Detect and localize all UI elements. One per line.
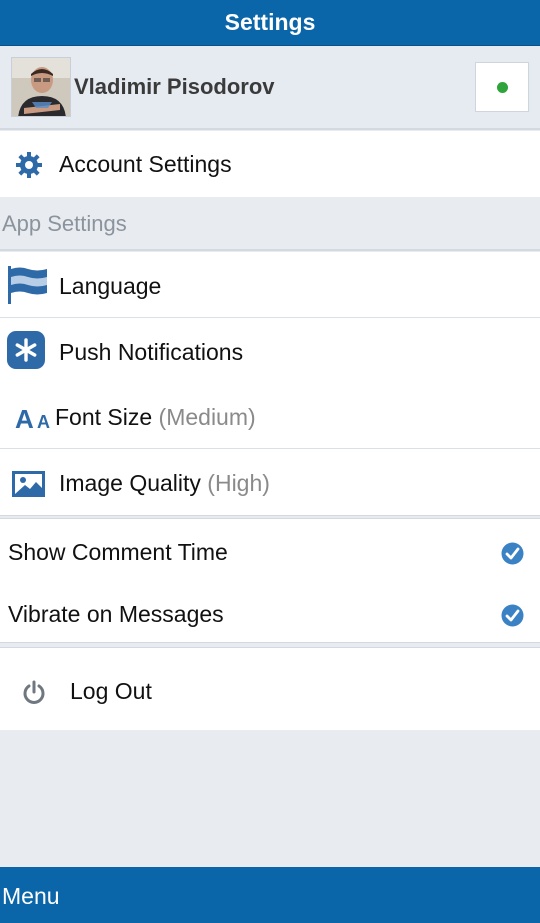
language-item[interactable]: Language — [0, 252, 540, 317]
power-icon — [21, 680, 47, 711]
image-icon — [12, 471, 45, 502]
image-quality-value: (High) — [207, 470, 270, 496]
language-label: Language — [59, 273, 162, 299]
font-size-title: Font Size — [55, 404, 153, 430]
section-header-label: App Settings — [2, 211, 127, 236]
top-bar: Settings — [0, 0, 540, 46]
vibrate-on-messages-label: Vibrate on Messages — [8, 601, 224, 627]
font-size-icon: A A — [15, 403, 55, 436]
show-comment-time-toggle[interactable]: Show Comment Time — [0, 519, 540, 581]
vibrate-on-messages-toggle[interactable]: Vibrate on Messages — [0, 581, 540, 642]
font-size-item[interactable]: A A Font Size (Medium) — [0, 383, 540, 448]
flag-icon — [8, 266, 48, 309]
account-settings-item[interactable]: Account Settings — [0, 131, 540, 197]
show-comment-time-label: Show Comment Time — [8, 539, 228, 565]
profile-name: Vladimir Pisodorov — [74, 74, 275, 99]
push-notifications-label: Push Notifications — [59, 339, 244, 365]
page-title: Settings — [224, 9, 316, 35]
asterisk-icon — [7, 331, 45, 374]
checkmark-icon[interactable] — [501, 542, 524, 570]
gear-icon — [15, 151, 43, 184]
image-quality-label: Image Quality (High) — [59, 470, 270, 497]
push-notifications-item[interactable]: Push Notifications — [0, 318, 540, 383]
font-size-value: (Medium) — [158, 404, 256, 430]
font-size-label: Font Size (Medium) — [55, 404, 256, 431]
online-status-indicator — [496, 81, 508, 93]
bottom-bar: Menu — [0, 867, 540, 923]
app-settings-section-header: App Settings — [0, 197, 540, 251]
image-quality-title: Image Quality — [59, 470, 201, 496]
account-settings-label: Account Settings — [59, 151, 232, 177]
log-out-item[interactable]: Log Out — [0, 648, 540, 730]
log-out-label: Log Out — [70, 678, 152, 704]
svg-text:A: A — [15, 404, 34, 431]
profile-row[interactable]: Vladimir Pisodorov — [0, 46, 540, 130]
avatar[interactable] — [11, 57, 71, 117]
menu-button[interactable]: Menu — [2, 883, 60, 910]
checkmark-icon[interactable] — [501, 604, 524, 632]
status-button[interactable] — [475, 62, 529, 112]
image-quality-item[interactable]: Image Quality (High) — [0, 449, 540, 515]
svg-text:A: A — [37, 412, 50, 431]
